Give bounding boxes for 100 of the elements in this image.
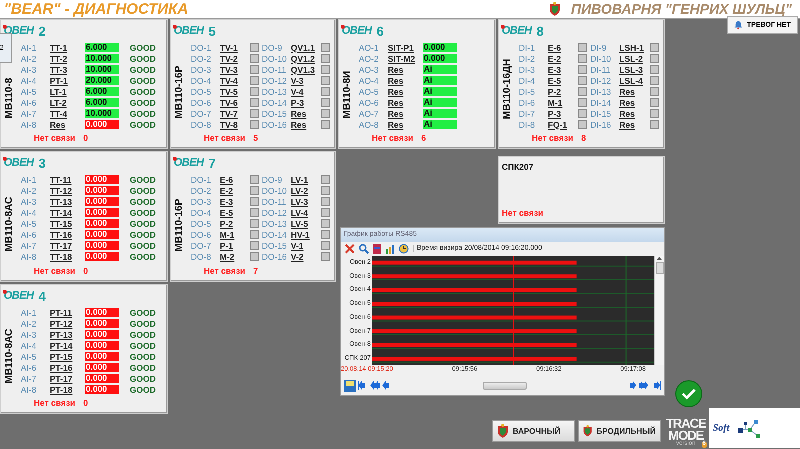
area-button[interactable]: ВАРОЧНЫЙ bbox=[492, 420, 575, 442]
tag-label: LV-3 bbox=[291, 196, 310, 206]
value-field: 0.000 bbox=[85, 385, 119, 394]
tag-label: TV-7 bbox=[220, 108, 239, 118]
error-count: 5 bbox=[254, 133, 258, 144]
value-field: 6.000 bbox=[85, 98, 119, 107]
tag-label: E-5 bbox=[548, 76, 562, 86]
quality-status: GOOD bbox=[130, 308, 156, 318]
quality-status: GOOD bbox=[130, 318, 156, 328]
tag-label: P-2 bbox=[220, 218, 234, 228]
tag-label: E-3 bbox=[220, 196, 234, 206]
channel-label: DO-2 bbox=[191, 186, 212, 196]
channel-label: AO-1 bbox=[359, 42, 380, 52]
channel-label: AI-5 bbox=[21, 352, 38, 362]
tag-label: V-4 bbox=[291, 86, 305, 96]
tag-label: P-3 bbox=[291, 98, 306, 108]
tag-label: Res bbox=[50, 120, 67, 130]
channel-label: AO-5 bbox=[359, 86, 380, 96]
value-field: 0.000 bbox=[85, 120, 119, 129]
channel-label: DO-13 bbox=[262, 86, 288, 96]
channel-label: DI-6 bbox=[519, 98, 536, 108]
channel-label: DO-3 bbox=[191, 196, 212, 206]
tag-label: LSH-1 bbox=[620, 42, 646, 52]
channel-label: DO-9 bbox=[262, 174, 284, 184]
value-field: Ai bbox=[423, 109, 457, 118]
channel-label: AI-7 bbox=[21, 240, 38, 250]
module-type: МВ110-16Р bbox=[174, 199, 186, 252]
channel-label: DO-11 bbox=[262, 64, 288, 74]
tag-label: Res bbox=[291, 120, 308, 130]
tag-label: TV-6 bbox=[220, 98, 239, 108]
channel-label: DO-13 bbox=[262, 218, 288, 228]
quality-status: GOOD bbox=[130, 196, 156, 206]
channel-label: DO-10 bbox=[262, 186, 288, 196]
value-field: 0.000 bbox=[85, 219, 119, 228]
channel-label: AI-2 bbox=[21, 186, 38, 196]
module-type: МВ110-8 bbox=[4, 78, 16, 119]
channel-label: DI-3 bbox=[519, 64, 536, 74]
value-field: 10.000 bbox=[85, 109, 119, 118]
channel-label: AI-7 bbox=[21, 108, 38, 118]
error-count: 0 bbox=[84, 398, 88, 409]
tag-label: HV-1 bbox=[291, 230, 311, 240]
tag-label: TV-5 bbox=[220, 86, 239, 96]
quality-status: GOOD bbox=[130, 54, 156, 64]
channel-label: DO-12 bbox=[262, 76, 288, 86]
tag-label: LSL-3 bbox=[620, 64, 644, 74]
module-type: МВ110-8И bbox=[342, 71, 354, 119]
area-button[interactable]: БРОДИЛЬНЫЙ bbox=[578, 420, 661, 442]
tag-label: PT-11 bbox=[50, 308, 74, 318]
error-count: 0 bbox=[84, 133, 88, 144]
channel-label: DI-8 bbox=[519, 120, 536, 130]
tag-label: M-2 bbox=[220, 252, 236, 262]
channel-label: AI-1 bbox=[21, 42, 38, 52]
tag-label: V-1 bbox=[291, 240, 305, 250]
quality-status: GOOD bbox=[130, 352, 156, 362]
value-field: 0.000 bbox=[423, 54, 457, 63]
channel-label: AI-8 bbox=[21, 120, 38, 130]
module-number: 7 bbox=[208, 156, 216, 170]
connection-status: Нет связи bbox=[532, 133, 574, 144]
channel-label: AO-4 bbox=[359, 76, 380, 86]
module-number: 4 bbox=[38, 288, 46, 304]
module-type: МВ110-8АС bbox=[4, 329, 16, 384]
brand-logo: ОВЕН bbox=[342, 25, 372, 37]
tag-label: SIT-M2 bbox=[388, 54, 416, 64]
error-count: 8 bbox=[582, 133, 586, 144]
channel-label: DO-4 bbox=[191, 76, 212, 86]
value-field: 6.000 bbox=[85, 87, 119, 96]
module-type: МВ110-16Р bbox=[174, 66, 186, 119]
tag-label: PT-15 bbox=[50, 352, 74, 362]
tag-label: TT-17 bbox=[50, 240, 74, 250]
tag-label: Res bbox=[620, 120, 636, 130]
channel-label: DI-11 bbox=[590, 64, 612, 74]
tag-label: PT-17 bbox=[50, 374, 74, 384]
tag-label: Res bbox=[620, 86, 636, 96]
tag-label: E-2 bbox=[548, 54, 562, 64]
brewery-name: ПИВОВАРНЯ "ГЕНРИХ ШУЛЬЦ" bbox=[571, 1, 792, 17]
quality-status: GOOD bbox=[130, 98, 156, 108]
channel-label: DO-6 bbox=[191, 230, 212, 240]
quality-status: GOOD bbox=[130, 252, 156, 262]
quality-status: GOOD bbox=[130, 330, 156, 340]
module-number: 3 bbox=[38, 156, 46, 170]
channel-label: DO-5 bbox=[191, 218, 212, 228]
tag-label: TT-13 bbox=[50, 196, 74, 206]
channel-label: AO-6 bbox=[359, 98, 380, 108]
tag-label: LSL-2 bbox=[620, 54, 644, 64]
tag-label: Res bbox=[388, 86, 405, 96]
tag-label: Res bbox=[291, 108, 308, 118]
tag-label: TV-2 bbox=[220, 54, 239, 64]
channel-label: DO-7 bbox=[191, 240, 212, 250]
value-field: 6.000 bbox=[85, 43, 119, 52]
channel-label: AI-6 bbox=[21, 362, 38, 372]
tag-label: LT-1 bbox=[50, 86, 68, 96]
value-field: 0.000 bbox=[85, 197, 119, 206]
module-number: 8 bbox=[536, 24, 544, 38]
tag-label: FQ-1 bbox=[548, 120, 568, 130]
tag-label: Res bbox=[620, 108, 636, 118]
soft-label: Soft bbox=[713, 422, 730, 434]
channel-label: AI-3 bbox=[21, 196, 38, 206]
tag-label: V-2 bbox=[291, 252, 305, 262]
value-field: 0.000 bbox=[85, 319, 119, 328]
channel-label: DI-4 bbox=[519, 76, 536, 86]
